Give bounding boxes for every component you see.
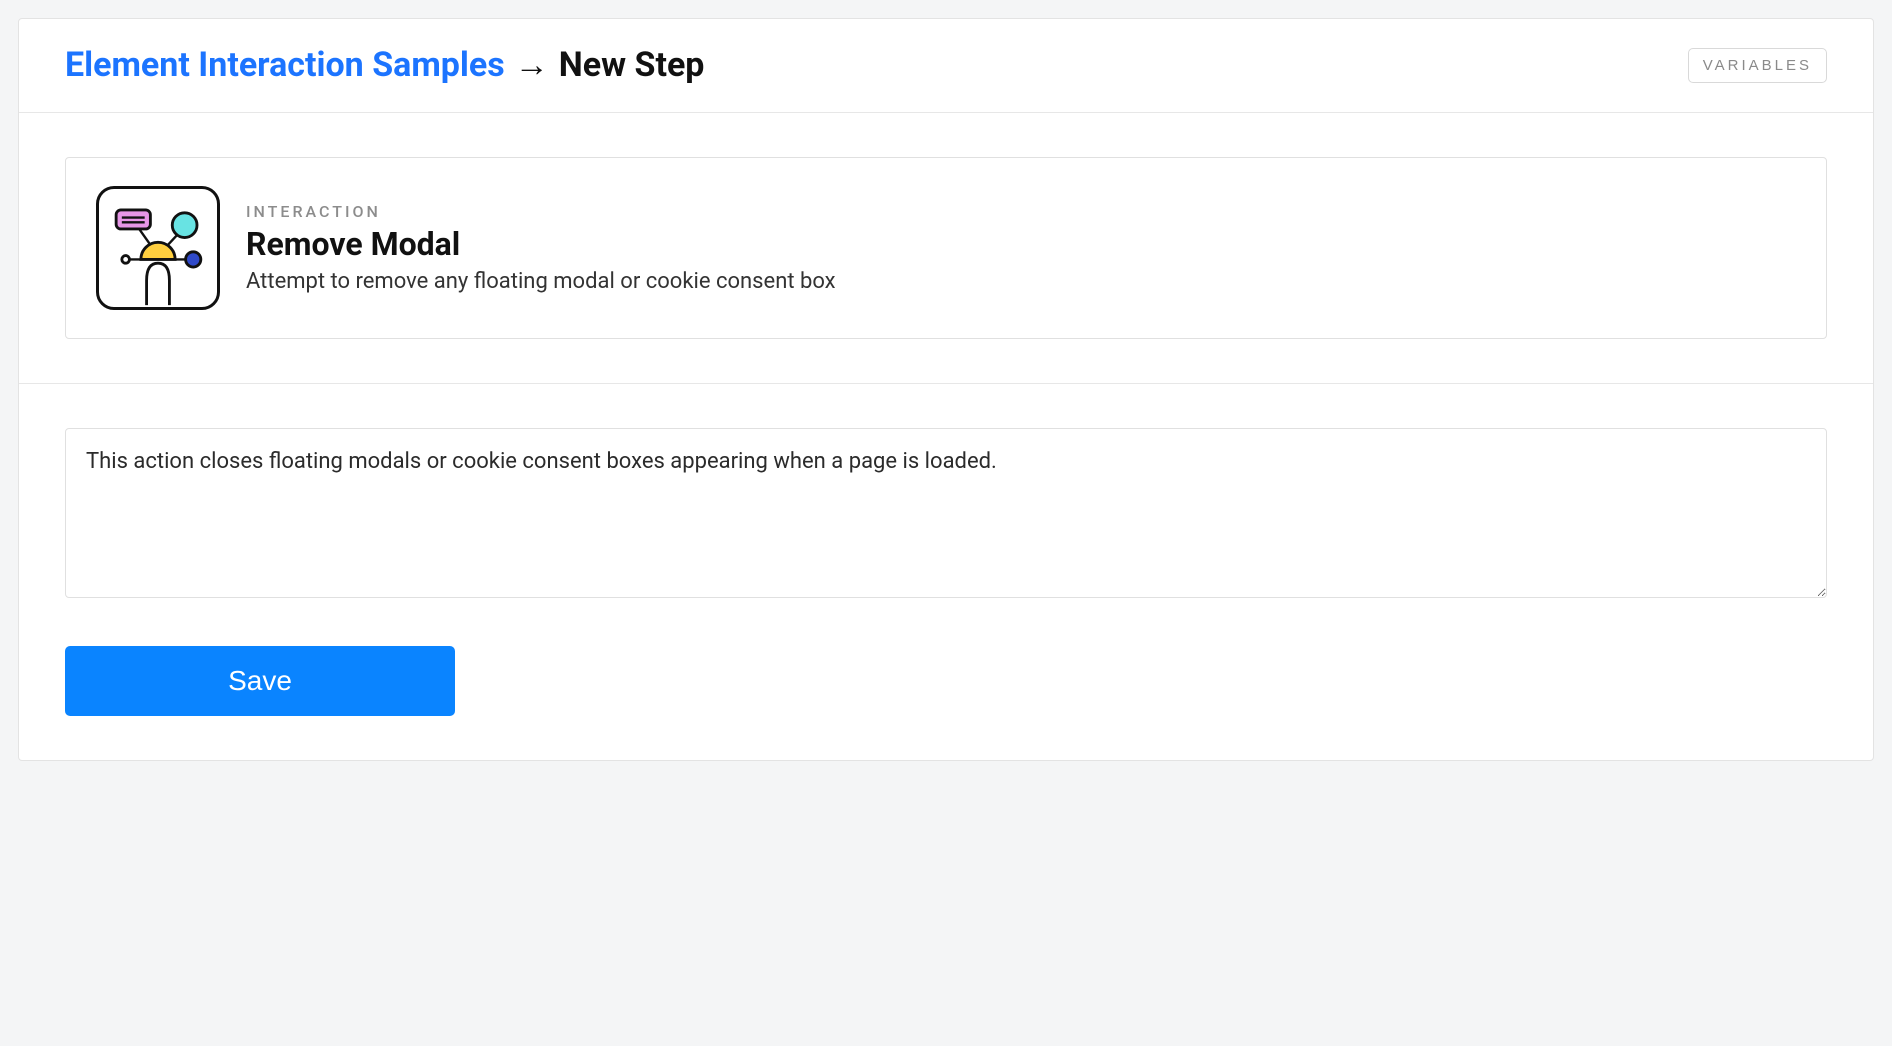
interaction-title: Remove Modal: [246, 225, 1796, 263]
page-header: Element Interaction Samples → New Step V…: [19, 19, 1873, 113]
form-section: Save: [19, 384, 1873, 760]
breadcrumb-current: New Step: [559, 47, 705, 84]
interaction-graph-icon: [96, 186, 220, 310]
interaction-summary-section: INTERACTION Remove Modal Attempt to remo…: [19, 113, 1873, 384]
main-panel: Element Interaction Samples → New Step V…: [18, 18, 1874, 761]
step-description-input[interactable]: [65, 428, 1827, 598]
interaction-eyebrow: INTERACTION: [246, 202, 1796, 221]
variables-button[interactable]: VARIABLES: [1688, 48, 1827, 83]
interaction-card: INTERACTION Remove Modal Attempt to remo…: [65, 157, 1827, 339]
page-shell: Element Interaction Samples → New Step V…: [0, 0, 1892, 779]
breadcrumb: Element Interaction Samples → New Step: [65, 47, 704, 84]
breadcrumb-parent-link[interactable]: Element Interaction Samples: [65, 47, 505, 84]
interaction-card-body: INTERACTION Remove Modal Attempt to remo…: [246, 202, 1796, 294]
interaction-subtitle: Attempt to remove any floating modal or …: [246, 269, 1796, 294]
breadcrumb-arrow-icon: →: [515, 47, 549, 84]
save-button[interactable]: Save: [65, 646, 455, 716]
